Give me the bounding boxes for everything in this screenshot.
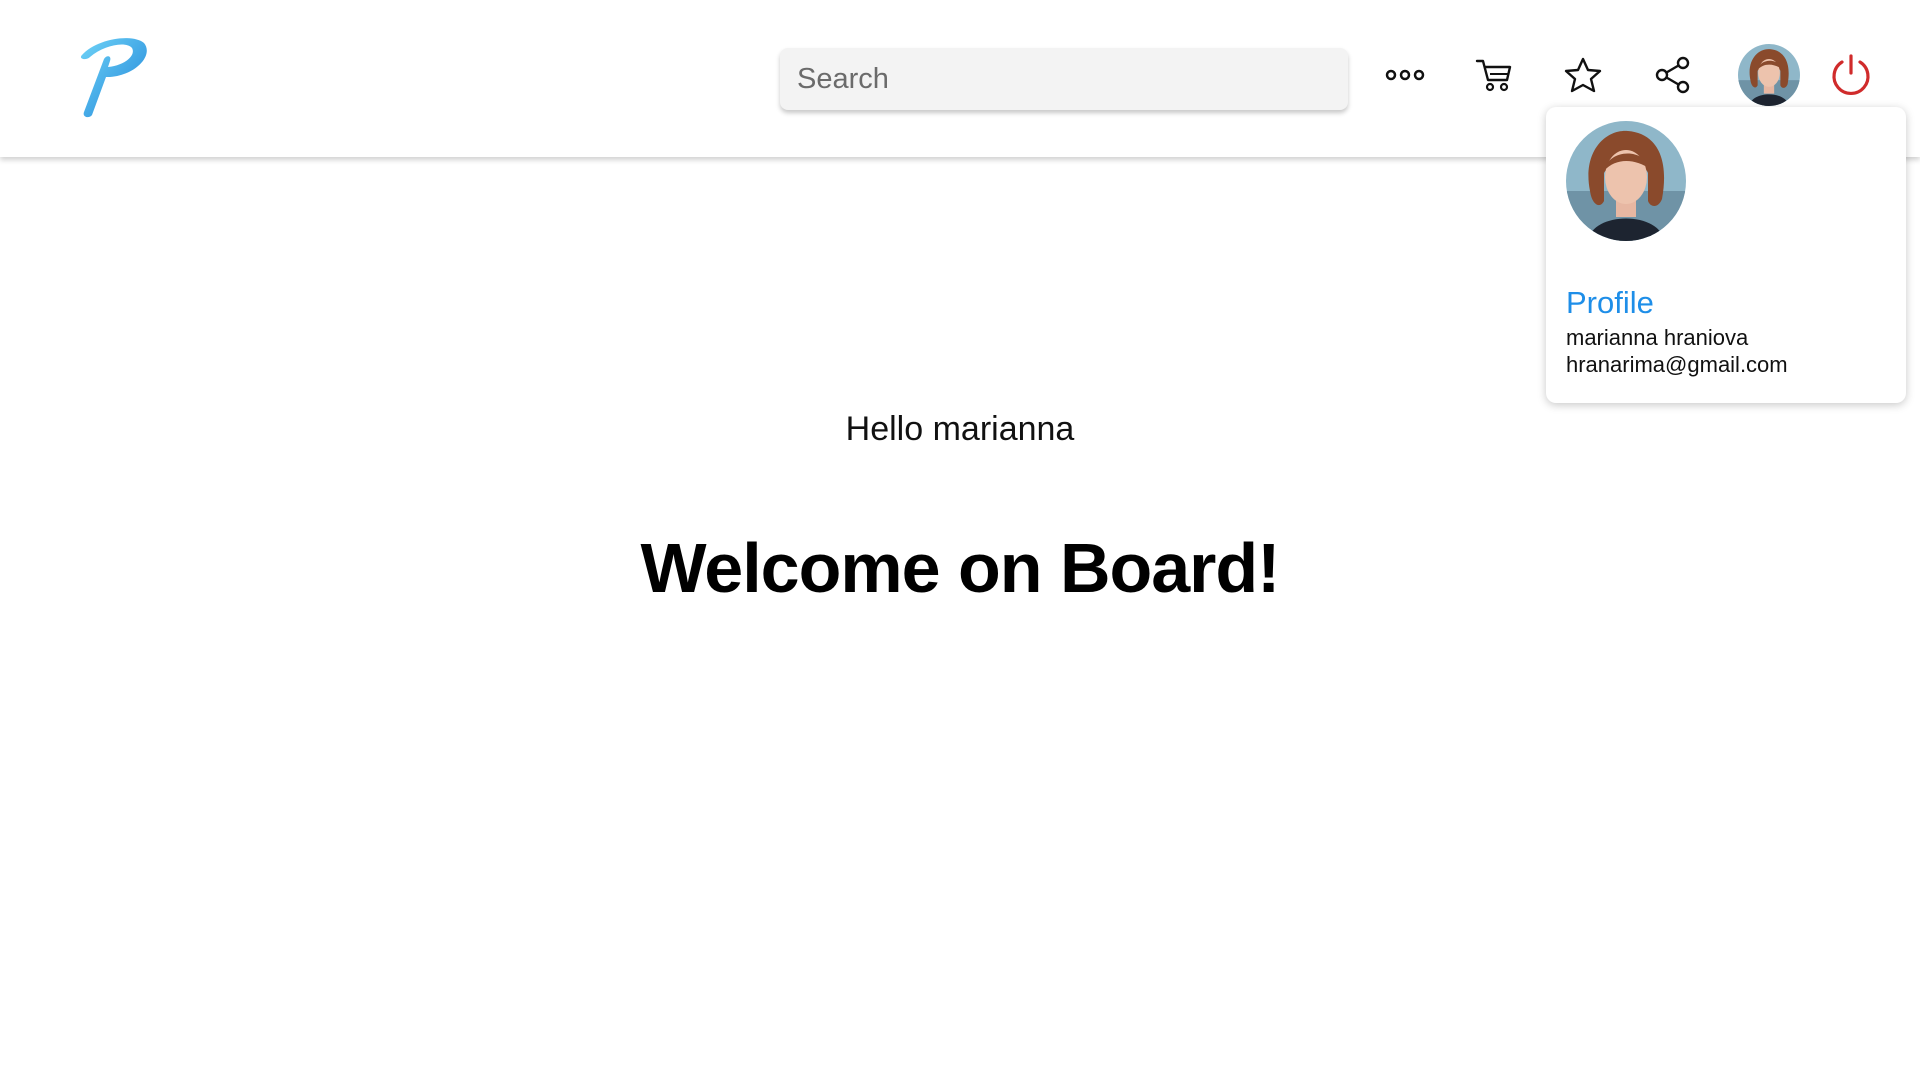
avatar	[1738, 44, 1800, 106]
user-full-name: marianna hraniova	[1566, 325, 1749, 350]
star-icon	[1564, 57, 1602, 93]
avatar	[1566, 121, 1686, 241]
share-icon	[1655, 56, 1690, 94]
favorites-button[interactable]	[1558, 50, 1608, 100]
share-button[interactable]	[1648, 50, 1698, 100]
cart-icon	[1475, 59, 1512, 92]
cart-button[interactable]	[1469, 50, 1519, 100]
profile-link[interactable]: Profile	[1566, 285, 1654, 321]
greeting-text: Hello marianna	[845, 410, 1075, 448]
profile-avatar	[1566, 121, 1686, 241]
profile-dropdown: Profile marianna hraniova hranarima@gmai…	[1546, 107, 1906, 403]
logout-button[interactable]	[1826, 50, 1876, 100]
user-email: hranarima@gmail.com	[1566, 352, 1788, 377]
welcome-heading: Welcome on Board!	[640, 529, 1280, 607]
power-icon	[1832, 54, 1870, 96]
brand-p-logo-icon[interactable]	[74, 33, 150, 119]
search-input[interactable]	[780, 48, 1348, 110]
more-button[interactable]	[1380, 50, 1430, 100]
user-avatar-button[interactable]	[1738, 44, 1800, 106]
more-horizontal-icon	[1385, 69, 1425, 81]
